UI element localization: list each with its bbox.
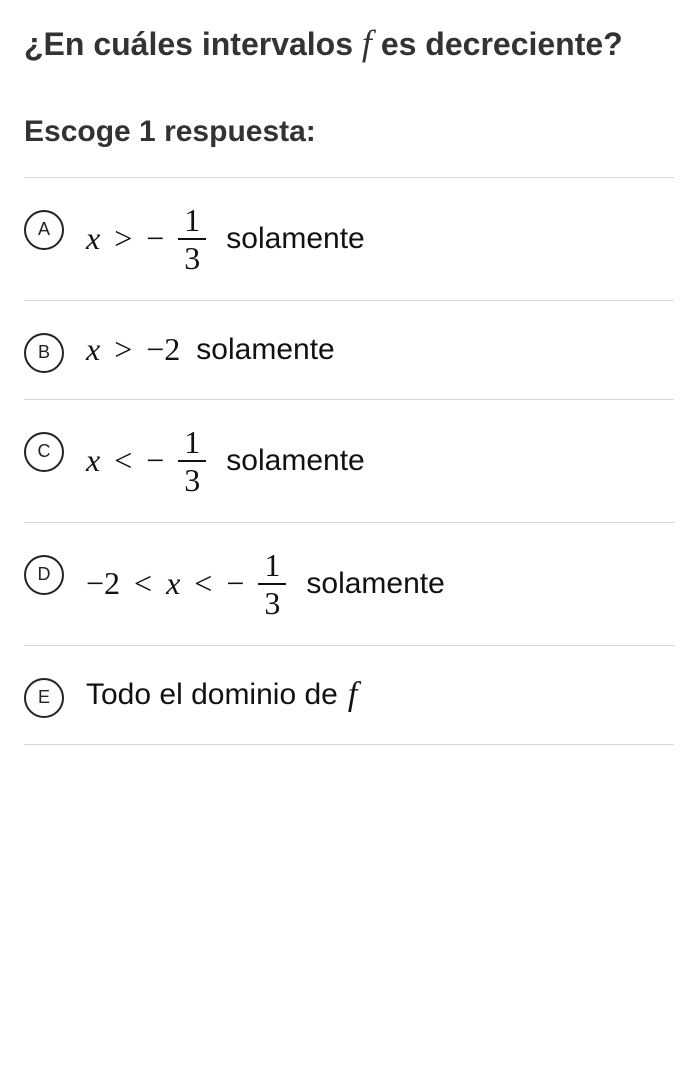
math-frac: 1 3 — [178, 426, 206, 496]
choice-letter-a: A — [24, 210, 64, 250]
question-prefix: ¿En cuáles intervalos — [24, 26, 362, 62]
choice-c[interactable]: C x < − 1 3 solamente — [24, 399, 674, 522]
choice-func: f — [348, 676, 357, 713]
choice-text: Todo el dominio de — [86, 678, 338, 711]
choice-letter-d: D — [24, 555, 64, 595]
question-func: f — [362, 23, 372, 63]
frac-num: 1 — [178, 426, 206, 460]
choice-a[interactable]: A x > − 1 3 solamente — [24, 177, 674, 300]
choice-letter-e: E — [24, 678, 64, 718]
math-neg: − — [146, 221, 164, 256]
math-neg: − — [226, 566, 244, 601]
math-var: x — [86, 443, 100, 478]
question-text: ¿En cuáles intervalos f es decreciente? — [24, 20, 674, 67]
choice-e[interactable]: E Todo el dominio de f — [24, 645, 674, 745]
math-left: −2 — [86, 566, 120, 601]
math-frac: 1 3 — [258, 549, 286, 619]
math-value: −2 — [146, 332, 180, 367]
choice-letter-b: B — [24, 333, 64, 373]
choice-content-d: −2 < x < − 1 3 solamente — [86, 549, 445, 619]
math-var: x — [86, 332, 100, 367]
choice-content-b: x > −2 solamente — [86, 332, 335, 367]
choice-content-e: Todo el dominio de f — [86, 676, 357, 713]
math-neg: − — [146, 443, 164, 478]
frac-den: 3 — [178, 238, 206, 274]
frac-num: 1 — [178, 204, 206, 238]
frac-num: 1 — [258, 549, 286, 583]
choice-word: solamente — [226, 222, 364, 255]
instruction-text: Escoge 1 respuesta: — [24, 115, 674, 149]
math-var: x — [86, 221, 100, 256]
choice-content-a: x > − 1 3 solamente — [86, 204, 365, 274]
math-rel: > — [110, 332, 136, 367]
choice-word: solamente — [196, 333, 334, 366]
choice-d[interactable]: D −2 < x < − 1 3 solamente — [24, 522, 674, 645]
math-var: x — [166, 566, 180, 601]
math-rel: < — [110, 443, 136, 478]
choice-b[interactable]: B x > −2 solamente — [24, 300, 674, 399]
choice-word: solamente — [306, 567, 444, 600]
choice-content-c: x < − 1 3 solamente — [86, 426, 365, 496]
choice-word: solamente — [226, 444, 364, 477]
choice-letter-c: C — [24, 432, 64, 472]
math-rel: > — [110, 221, 136, 256]
frac-den: 3 — [178, 460, 206, 496]
math-rel2: < — [190, 566, 216, 601]
math-rel1: < — [130, 566, 156, 601]
frac-den: 3 — [258, 583, 286, 619]
question-suffix: es decreciente? — [372, 26, 623, 62]
math-frac: 1 3 — [178, 204, 206, 274]
